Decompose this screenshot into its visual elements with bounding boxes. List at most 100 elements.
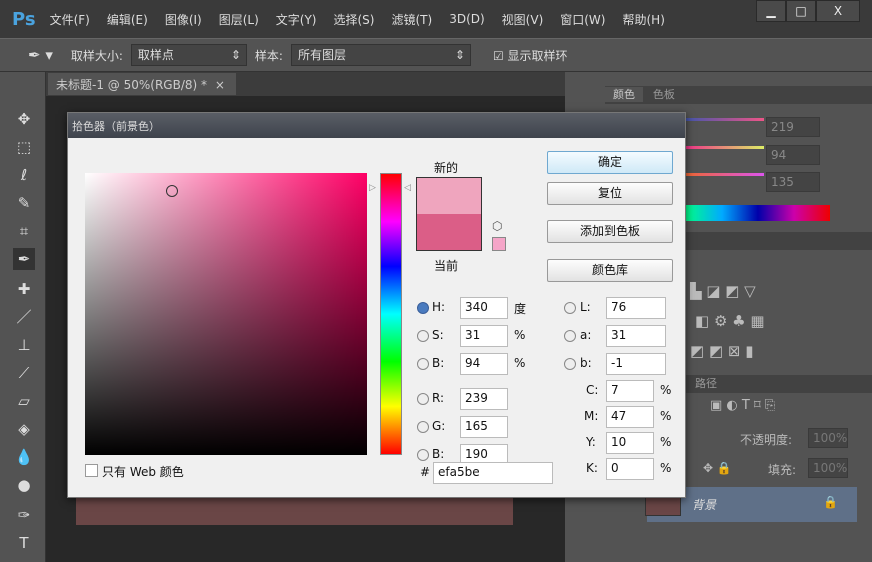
l-input[interactable]: 76 — [606, 297, 666, 319]
s-unit: % — [514, 328, 526, 342]
marquee-tool-icon[interactable]: ⬚ — [13, 136, 35, 158]
levels-icon[interactable]: ▙ ◪ ◩ ▽ — [690, 282, 756, 300]
c-unit: % — [660, 383, 672, 397]
close-button[interactable]: X — [816, 0, 860, 22]
radio-s[interactable] — [417, 330, 429, 342]
lasso-tool-icon[interactable]: ℓ — [13, 164, 35, 186]
menu-help[interactable]: 帮助(H) — [622, 11, 664, 28]
adjust-icons-row2[interactable]: ◧ ⚙ ♣ ▦ — [695, 312, 765, 330]
b-slider[interactable] — [686, 173, 764, 176]
hue-slider-left-arrow[interactable]: ▷ — [369, 183, 376, 193]
show-ring-checkbox[interactable]: ☑ 显示取样环 — [493, 47, 568, 64]
menu-file[interactable]: 文件(F) — [50, 11, 90, 28]
tab-swatches[interactable]: 色板 — [647, 87, 681, 102]
menu-window[interactable]: 窗口(W) — [560, 11, 605, 28]
r-input[interactable]: 239 — [460, 388, 508, 410]
radio-a[interactable] — [564, 330, 576, 342]
add-to-swatches-button[interactable]: 添加到色板 — [547, 220, 673, 243]
hex-input[interactable]: efa5be — [433, 462, 553, 484]
s-input[interactable]: 31 — [460, 325, 508, 347]
y-input[interactable]: 10 — [606, 432, 654, 454]
tab-close-icon[interactable]: × — [215, 78, 225, 92]
menu-layer[interactable]: 图层(L) — [219, 11, 259, 28]
move-tool-icon[interactable]: ✥ — [13, 108, 35, 130]
radio-l[interactable] — [564, 302, 576, 314]
sample-select[interactable]: 所有图层 ⇕ — [290, 44, 471, 66]
current-label: 当前 — [434, 259, 459, 273]
type-tool-icon[interactable]: T — [13, 532, 35, 554]
k-input[interactable]: 0 — [606, 458, 654, 480]
blur-tool-icon[interactable]: 💧 — [13, 446, 35, 468]
reset-button[interactable]: 复位 — [547, 182, 673, 205]
menu-3d[interactable]: 3D(D) — [449, 12, 484, 26]
pen-tool-icon[interactable]: ✑ — [13, 504, 35, 526]
c-input[interactable]: 7 — [606, 380, 654, 402]
healing-tool-icon[interactable]: ✚ — [13, 278, 35, 300]
radio-lab-b[interactable] — [564, 358, 576, 370]
web-only-checkbox[interactable] — [85, 464, 98, 477]
m-unit: % — [660, 409, 672, 423]
b-input[interactable]: 94 — [460, 353, 508, 375]
menu-view[interactable]: 视图(V) — [502, 11, 544, 28]
menu-image[interactable]: 图像(I) — [165, 11, 202, 28]
a-label: a: — [580, 328, 592, 342]
ok-button[interactable]: 确定 — [547, 151, 673, 174]
h-input[interactable]: 340 — [460, 297, 508, 319]
brush-tool-icon[interactable]: ／ — [13, 306, 35, 328]
color-r-value[interactable]: 219 — [766, 117, 820, 137]
tab-paths[interactable]: 路径 — [695, 377, 717, 390]
paint-bucket-icon[interactable]: ◈ — [13, 418, 35, 440]
radio-r[interactable] — [417, 393, 429, 405]
color-libraries-button[interactable]: 颜色库 — [547, 259, 673, 282]
hue-slider-right-arrow[interactable]: ◁ — [404, 183, 411, 193]
radio-blue[interactable] — [417, 449, 429, 461]
quick-select-tool-icon[interactable]: ✎ — [13, 192, 35, 214]
current-color-swatch[interactable] — [417, 214, 481, 250]
color-spectrum[interactable] — [686, 205, 830, 221]
a-input[interactable]: 31 — [606, 325, 666, 347]
gamut-color-swatch[interactable] — [492, 237, 506, 251]
dodge-tool-icon[interactable]: ● — [13, 474, 35, 496]
color-b-value[interactable]: 135 — [766, 172, 820, 192]
r-label: R: — [432, 391, 445, 405]
history-brush-icon[interactable]: ⟋ — [13, 362, 35, 384]
new-label: 新的 — [434, 161, 459, 175]
hue-slider[interactable] — [380, 173, 402, 455]
eyedropper-icon[interactable]: ✒ ▾ — [28, 46, 53, 64]
lab-b-input[interactable]: -1 — [606, 353, 666, 375]
radio-b[interactable] — [417, 358, 429, 370]
menu-select[interactable]: 选择(S) — [334, 11, 375, 28]
eyedropper-tool-icon[interactable]: ✒ — [13, 248, 35, 270]
color-panel-header: 颜色 色板 — [605, 86, 872, 104]
color-g-value[interactable]: 94 — [766, 145, 820, 165]
tab-color[interactable]: 颜色 — [605, 87, 643, 102]
layer-filter-icons[interactable]: ▣ ◐ T ⌑ ⎘ — [710, 398, 775, 413]
gamut-warning-icon[interactable]: ⬡ — [492, 219, 502, 233]
radio-g[interactable] — [417, 421, 429, 433]
stamp-tool-icon[interactable]: ⊥ — [13, 334, 35, 356]
sample-size-select[interactable]: 取样点 ⇕ — [130, 44, 247, 66]
menu-edit[interactable]: 编辑(E) — [107, 11, 148, 28]
color-field[interactable] — [85, 173, 367, 455]
radio-h[interactable] — [417, 302, 429, 314]
eraser-tool-icon[interactable]: ▱ — [13, 390, 35, 412]
r-slider[interactable] — [686, 118, 764, 121]
g-slider[interactable] — [686, 146, 764, 149]
adjust-icons-row3[interactable]: ◩ ◩ ⊠ ▮ — [690, 342, 753, 360]
h-unit: 度 — [514, 302, 527, 316]
opacity-input[interactable]: 100% — [808, 428, 848, 448]
fill-input[interactable]: 100% — [808, 458, 848, 478]
m-input[interactable]: 47 — [606, 406, 654, 428]
web-only-label: 只有 Web 颜色 — [102, 465, 184, 479]
document-tab[interactable]: 未标题-1 @ 50%(RGB/8) * × — [48, 73, 236, 95]
lock-icons[interactable]: ✥ 🔒 — [703, 461, 732, 475]
g-input[interactable]: 165 — [460, 416, 508, 438]
maximize-button[interactable]: □ — [786, 0, 816, 22]
minimize-button[interactable]: ▁ — [756, 0, 786, 22]
options-bar: ✒ ▾ 取样大小: 取样点 ⇕ 样本: 所有图层 ⇕ ☑ 显示取样环 — [0, 38, 872, 72]
c-label: C: — [586, 383, 599, 397]
color-picker-cursor[interactable] — [166, 185, 178, 197]
crop-tool-icon[interactable]: ⌗ — [13, 220, 35, 242]
menu-filter[interactable]: 滤镜(T) — [391, 11, 432, 28]
menu-type[interactable]: 文字(Y) — [276, 11, 317, 28]
